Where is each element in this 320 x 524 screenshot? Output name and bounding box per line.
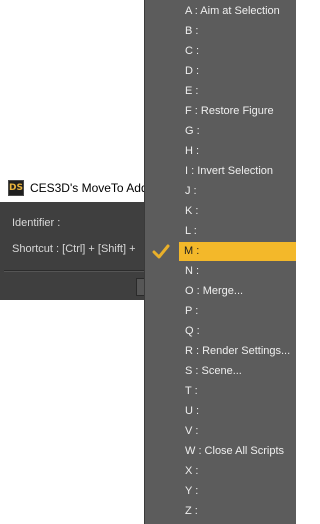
menu-item-label: L : [185,225,197,237]
menu-item-label: G : [185,125,200,137]
shortcut-label: Shortcut : [Ctrl] + [Shift] + [12,243,136,255]
shortcut-key-menu: A : Aim at Selection B : C : D : E : F : Rest… [144,0,296,524]
menu-item[interactable]: S : Scene... [145,362,296,381]
menu-item[interactable]: M : [144,242,296,261]
menu-item[interactable]: H : [145,142,296,161]
menu-item-label: J : [185,185,197,197]
menu-item-label: W : Close All Scripts [185,445,285,457]
menu-item[interactable]: D : [145,62,296,81]
menu-item[interactable]: W : Close All Scripts [145,442,296,461]
menu-item[interactable]: P : [145,302,296,321]
menu-item[interactable]: N : [145,262,296,281]
dialog-titlebar[interactable]: DS CES3D's MoveTo Add- [0,173,150,202]
menu-item[interactable]: O : Merge... [145,282,296,301]
menu-item-label: V : [185,425,199,437]
menu-item-label: Q : [185,325,200,337]
menu-item-label: Z : [185,505,198,517]
menu-item-label: O : Merge... [185,285,244,297]
checkmark-icon [152,244,170,259]
menu-item[interactable]: C : [145,42,296,61]
menu-item-label: B : [185,25,199,37]
divider [4,270,150,272]
menu-item-label: Y : [185,485,199,497]
menu-item-label: D : [185,65,200,77]
menu-item[interactable]: Z : [145,502,296,521]
dialog-title: CES3D's MoveTo Add- [29,180,150,195]
menu-item[interactable]: T : [145,382,296,401]
menu-item[interactable]: X : [145,462,296,481]
menu-item-label: K : [185,205,199,217]
dialog-body: Identifier : Shortcut : [Ctrl] + [Shift]… [0,202,150,300]
menu-item[interactable]: F : Restore Figure [145,102,296,121]
menu-item[interactable]: R : Render Settings... [145,342,296,361]
menu-item-label: M : [184,245,200,257]
menu-item-label: E : [185,85,199,97]
menu-item[interactable]: U : [145,402,296,421]
menu-item-label: I : Invert Selection [185,165,274,177]
menu-item-label: H : [185,145,200,157]
menu-item[interactable]: B : [145,22,296,41]
menu-item-label: R : Render Settings... [185,345,291,357]
menu-item[interactable]: I : Invert Selection [145,162,296,181]
menu-item[interactable]: Y : [145,482,296,501]
menu-item[interactable]: J : [145,182,296,201]
menu-item-label: T : [185,385,198,397]
menu-item-label: X : [185,465,199,477]
identifier-label: Identifier : [12,217,61,229]
menu-item-label: A : Aim at Selection [185,5,280,17]
menu-item-label: C : [185,45,200,57]
menu-item-label: N : [185,265,200,277]
menu-item[interactable]: G : [145,122,296,141]
menu-item[interactable]: V : [145,422,296,441]
menu-item[interactable]: E : [145,82,296,101]
menu-item[interactable]: Q : [145,322,296,341]
menu-item-label: P : [185,305,199,317]
menu-item[interactable]: L : [145,222,296,241]
menu-item-label: U : [185,405,200,417]
menu-item-label: F : Restore Figure [185,105,274,117]
menu-item[interactable]: A : Aim at Selection [145,2,296,21]
ds-logo-icon: DS [8,179,24,196]
menu-item[interactable]: K : [145,202,296,221]
menu-item-label: S : Scene... [185,365,242,377]
